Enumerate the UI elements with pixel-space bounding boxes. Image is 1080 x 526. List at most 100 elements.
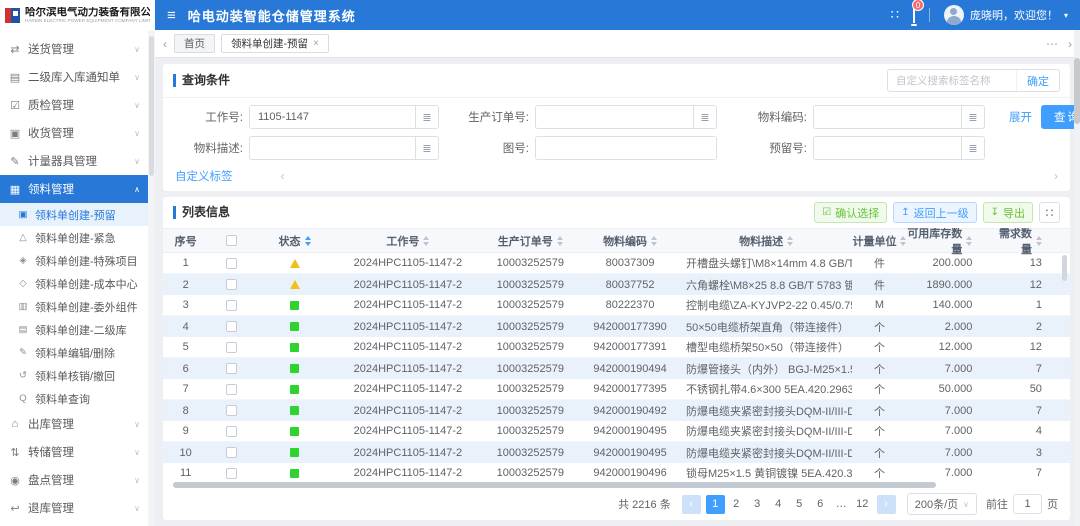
main-scrollbar[interactable] [1074,30,1080,526]
table-row[interactable]: 22024HPC1105-1147-21000325257980037752六角… [163,274,1070,295]
sort-icon[interactable] [305,236,311,246]
row-checkbox[interactable] [226,468,237,479]
notification-bell[interactable]: 0 [913,6,915,24]
column-header-status[interactable]: 状态 [254,233,336,249]
fullscreen-icon[interactable]: ∷ [891,7,899,23]
row-checkbox[interactable] [226,405,237,416]
page-number-3[interactable]: 3 [748,495,767,514]
custom-tag-link[interactable]: 自定义标签 [175,168,233,184]
table-row[interactable]: 62024HPC1105-1147-2100032525799420001904… [163,358,1070,379]
table-row[interactable]: 72024HPC1105-1147-2100032525799420001773… [163,379,1070,400]
select-all-checkbox[interactable] [226,235,237,246]
next-page-button[interactable]: › [877,495,896,514]
sort-icon[interactable] [1036,236,1042,246]
row-checkbox[interactable] [226,342,237,353]
sidebar-item-secondary-inbound-notice[interactable]: ▤二级库入库通知单∨ [0,63,148,91]
sidebar-item-outbound[interactable]: ⌂出库管理∨ [0,410,148,438]
table-row[interactable]: 112024HPC1105-1147-210003252579942000190… [163,463,1070,481]
table-horizontal-scrollbar[interactable] [173,482,1060,489]
tabs-more-icon[interactable]: ⋯ [1046,37,1058,51]
sidebar-scroll-thumb[interactable] [149,36,154,176]
sidebar-subitem-create-special-project[interactable]: ◈领料单创建-特殊项目 [0,249,148,272]
sidebar-item-quality-inspection[interactable]: ☑质检管理∨ [0,91,148,119]
tabs-next-icon[interactable]: › [1068,37,1072,51]
user-menu[interactable]: 庞晓明，欢迎您！ ▾ [944,5,1068,25]
sort-icon[interactable] [651,236,657,246]
tag-confirm-button[interactable]: 确定 [1016,70,1059,91]
multi-value-list-icon[interactable]: ≣ [961,137,984,159]
row-checkbox[interactable] [226,321,237,332]
sidebar-subitem-query[interactable]: Q领料单查询 [0,387,148,410]
column-header-demand-qty[interactable]: 需求数量 [988,228,1070,257]
page-number-5[interactable]: 5 [790,495,809,514]
page-ellipsis[interactable]: … [832,495,851,514]
multi-value-list-icon[interactable]: ≣ [961,106,984,128]
table-row[interactable]: 12024HPC1105-1147-21000325257980037309开槽… [163,253,1070,274]
tags-scroll-left-icon[interactable]: ‹ [281,169,285,183]
multi-value-list-icon[interactable]: ≣ [415,106,438,128]
sort-icon[interactable] [966,236,972,246]
field-input-drawing-no[interactable] [536,137,716,159]
column-header-select[interactable] [208,235,253,246]
export-button[interactable]: ↧导出 [983,202,1033,223]
sidebar-collapse-icon[interactable]: ≡ [167,8,176,23]
sort-icon[interactable] [557,236,563,246]
tab-home[interactable]: 首页 [174,34,215,53]
custom-tag-search-input[interactable] [888,75,1016,87]
sidebar-item-measuring-tools[interactable]: ✎计量器具管理∨ [0,147,148,175]
column-header-material-code[interactable]: 物料编码 [580,233,680,249]
confirm-selection-button[interactable]: ☑确认选择 [814,202,887,223]
row-checkbox[interactable] [226,258,237,269]
field-input-work-no[interactable] [250,106,415,128]
table-row[interactable]: 52024HPC1105-1147-2100032525799420001773… [163,337,1070,358]
sidebar-subitem-create-outsourced-parts[interactable]: ▥领料单创建-委外组件 [0,295,148,318]
sort-icon[interactable] [900,236,906,246]
sidebar-subitem-create-urgent[interactable]: △领料单创建-紧急 [0,226,148,249]
page-number-6[interactable]: 6 [811,495,830,514]
page-number-1[interactable]: 1 [706,495,725,514]
row-checkbox[interactable] [226,426,237,437]
expand-link[interactable]: 展开 [1009,109,1032,125]
field-input-material-code[interactable] [814,106,961,128]
sort-icon[interactable] [423,236,429,246]
goto-page-input[interactable] [1013,494,1042,514]
sidebar-scrollbar[interactable] [148,30,155,526]
sidebar-subitem-create-secondary-store[interactable]: ▤领料单创建-二级库 [0,318,148,341]
sidebar-subitem-create-cost-center[interactable]: ◇领料单创建-成本中心 [0,272,148,295]
field-input-reserve-no[interactable] [814,137,961,159]
row-checkbox[interactable] [226,300,237,311]
multi-value-list-icon[interactable]: ≣ [415,137,438,159]
row-checkbox[interactable] [226,279,237,290]
close-icon[interactable]: × [313,39,319,49]
page-size-select[interactable]: 200条/页 ∨ [907,493,977,515]
field-input-material-desc[interactable] [250,137,415,159]
tab-requisition-create-reserve[interactable]: 领料单创建-预留× [221,34,329,53]
tags-scroll-right-icon[interactable]: › [1054,169,1058,183]
sidebar-item-material-requisition[interactable]: ▦领料管理∧ [0,175,148,203]
column-header-work-no[interactable]: 工作号 [335,233,480,249]
table-row[interactable]: 92024HPC1105-1147-2100032525799420001904… [163,421,1070,442]
sidebar-item-transfer[interactable]: ⇅转储管理∨ [0,438,148,466]
sidebar-item-stock-return[interactable]: ↩退库管理∨ [0,494,148,522]
column-header-unit[interactable]: 计量单位 [852,233,906,249]
sidebar-subitem-writeoff-withdraw[interactable]: ↺领料单核销/撤回 [0,364,148,387]
row-checkbox[interactable] [226,363,237,374]
page-number-2[interactable]: 2 [727,495,746,514]
column-settings-button[interactable]: ∷ [1039,202,1060,223]
row-checkbox[interactable] [226,384,237,395]
back-previous-level-button[interactable]: ↥返回上一级 [893,202,976,223]
page-number-4[interactable]: 4 [769,495,788,514]
column-header-material-desc[interactable]: 物料描述 [680,233,852,249]
page-number-12[interactable]: 12 [853,495,872,514]
table-row[interactable]: 82024HPC1105-1147-2100032525799420001904… [163,400,1070,421]
table-horizontal-scroll-thumb[interactable] [173,482,936,488]
sidebar-subitem-edit-delete[interactable]: ✎领料单编辑/删除 [0,341,148,364]
sidebar-item-stocktake[interactable]: ◉盘点管理∨ [0,466,148,494]
table-row[interactable]: 102024HPC1105-1147-210003252579942000190… [163,442,1070,463]
column-header-available-qty[interactable]: 可用库存数量 [907,228,989,257]
table-row[interactable]: 32024HPC1105-1147-21000325257980222370控制… [163,295,1070,316]
main-scroll-thumb[interactable] [1074,58,1080,124]
sidebar-subitem-create-reserve[interactable]: ▣领料单创建-预留 [0,203,148,226]
column-header-order-no[interactable]: 生产订单号 [480,233,580,249]
sort-icon[interactable] [787,236,793,246]
